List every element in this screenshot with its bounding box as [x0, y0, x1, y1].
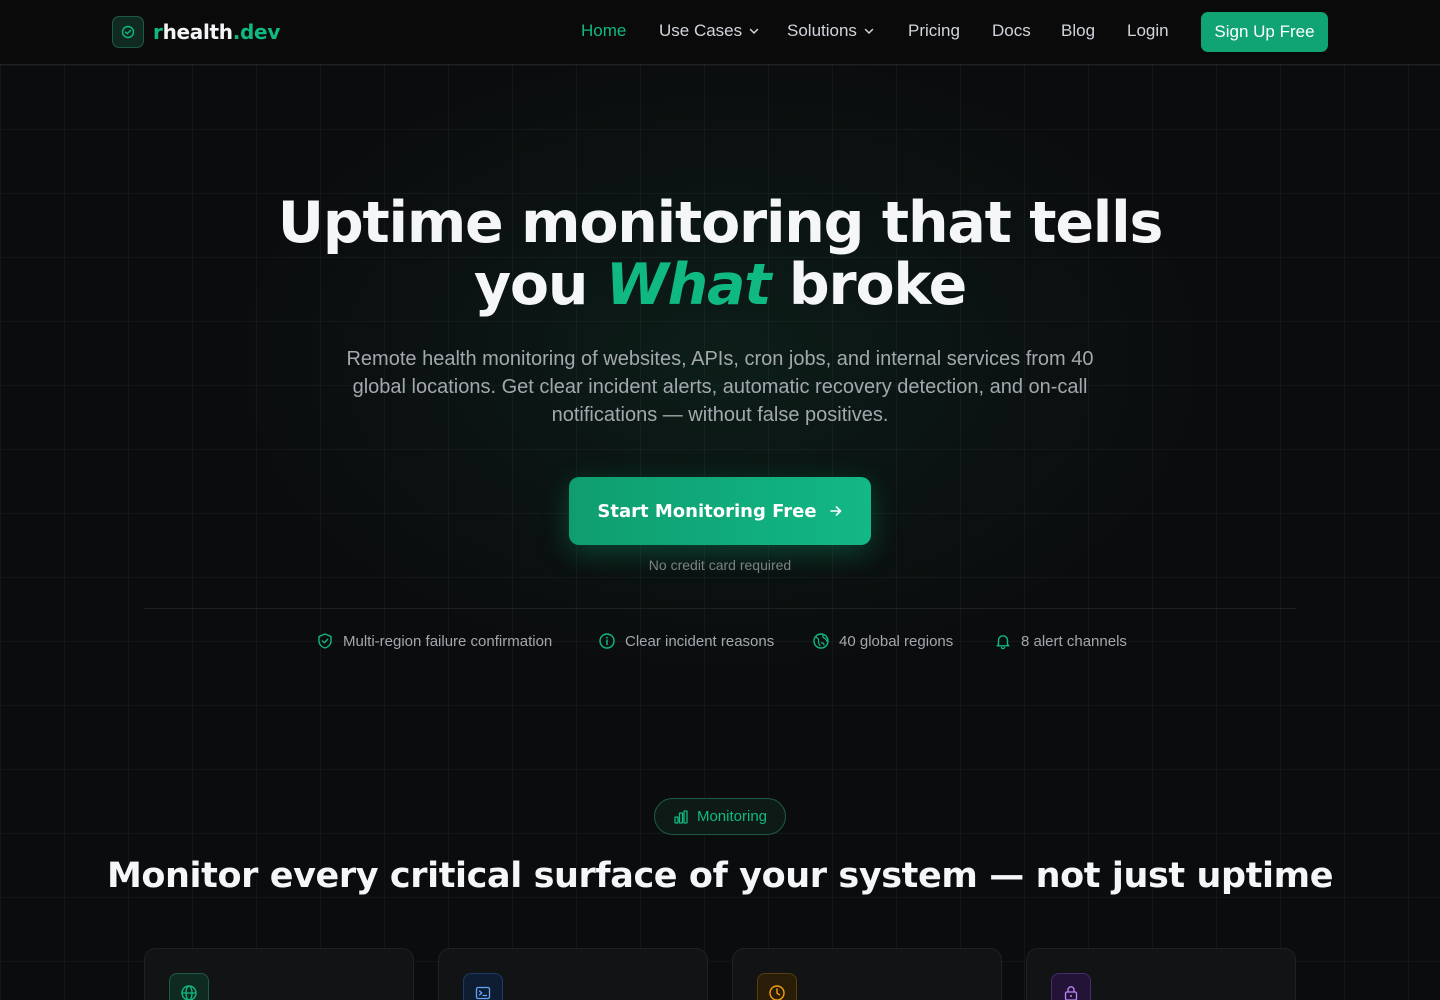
section-title: Monitor every critical surface of your s…: [106, 856, 1334, 896]
logo-text: rhealth.dev: [153, 20, 281, 44]
feature-card-internal[interactable]: [1026, 948, 1296, 1000]
cta-note: No credit card required: [648, 557, 792, 573]
feature-item: 8 alert channels: [994, 632, 1127, 650]
bar-chart-icon: [674, 809, 688, 824]
logo-check-icon: [112, 16, 144, 48]
nav-pricing[interactable]: Pricing: [908, 21, 960, 41]
nav-login[interactable]: Login: [1127, 21, 1169, 41]
monitoring-badge: Monitoring: [654, 798, 786, 835]
chevron-down-icon: [864, 28, 874, 35]
feature-card-cron[interactable]: [732, 948, 1002, 1000]
feature-card-apis[interactable]: [438, 948, 708, 1000]
bell-icon: [996, 635, 1010, 650]
start-monitoring-button[interactable]: Start Monitoring Free: [569, 477, 871, 545]
nav-blog[interactable]: Blog: [1061, 21, 1095, 41]
nav-use-cases[interactable]: Use Cases: [659, 21, 760, 41]
shield-check-icon: [318, 633, 332, 649]
divider: [144, 608, 1296, 609]
feature-card-websites[interactable]: [144, 948, 414, 1000]
nav-docs[interactable]: Docs: [992, 21, 1031, 41]
nav-home[interactable]: Home: [581, 21, 626, 41]
info-circle-icon: [599, 633, 615, 649]
hero-title: Uptime monitoring that tells you What br…: [277, 190, 1164, 318]
nav-solutions[interactable]: Solutions: [787, 21, 875, 41]
arrow-right-icon: [829, 506, 841, 516]
sign-up-button[interactable]: Sign Up Free: [1201, 12, 1328, 52]
chevron-down-icon: [749, 28, 759, 35]
lock-icon: [1051, 973, 1091, 1000]
clock-icon: [757, 973, 797, 1000]
globe-icon: [169, 973, 209, 1000]
feature-item: Clear incident reasons: [598, 632, 774, 650]
globe-icon: [813, 633, 829, 649]
logo-link[interactable]: rhealth.dev: [112, 16, 280, 48]
hero-subtitle: Remote health monitoring of websites, AP…: [346, 348, 1094, 426]
feature-item: Multi-region failure confirmation: [316, 632, 552, 650]
terminal-icon: [463, 973, 503, 1000]
top-navbar: rhealth.dev Home Use Cases Solutions Pri…: [0, 0, 1440, 65]
feature-item: 40 global regions: [812, 632, 953, 650]
feature-list: Multi-region failure confirmation Clear …: [0, 632, 1440, 656]
hero-title-highlight: What: [605, 252, 772, 318]
